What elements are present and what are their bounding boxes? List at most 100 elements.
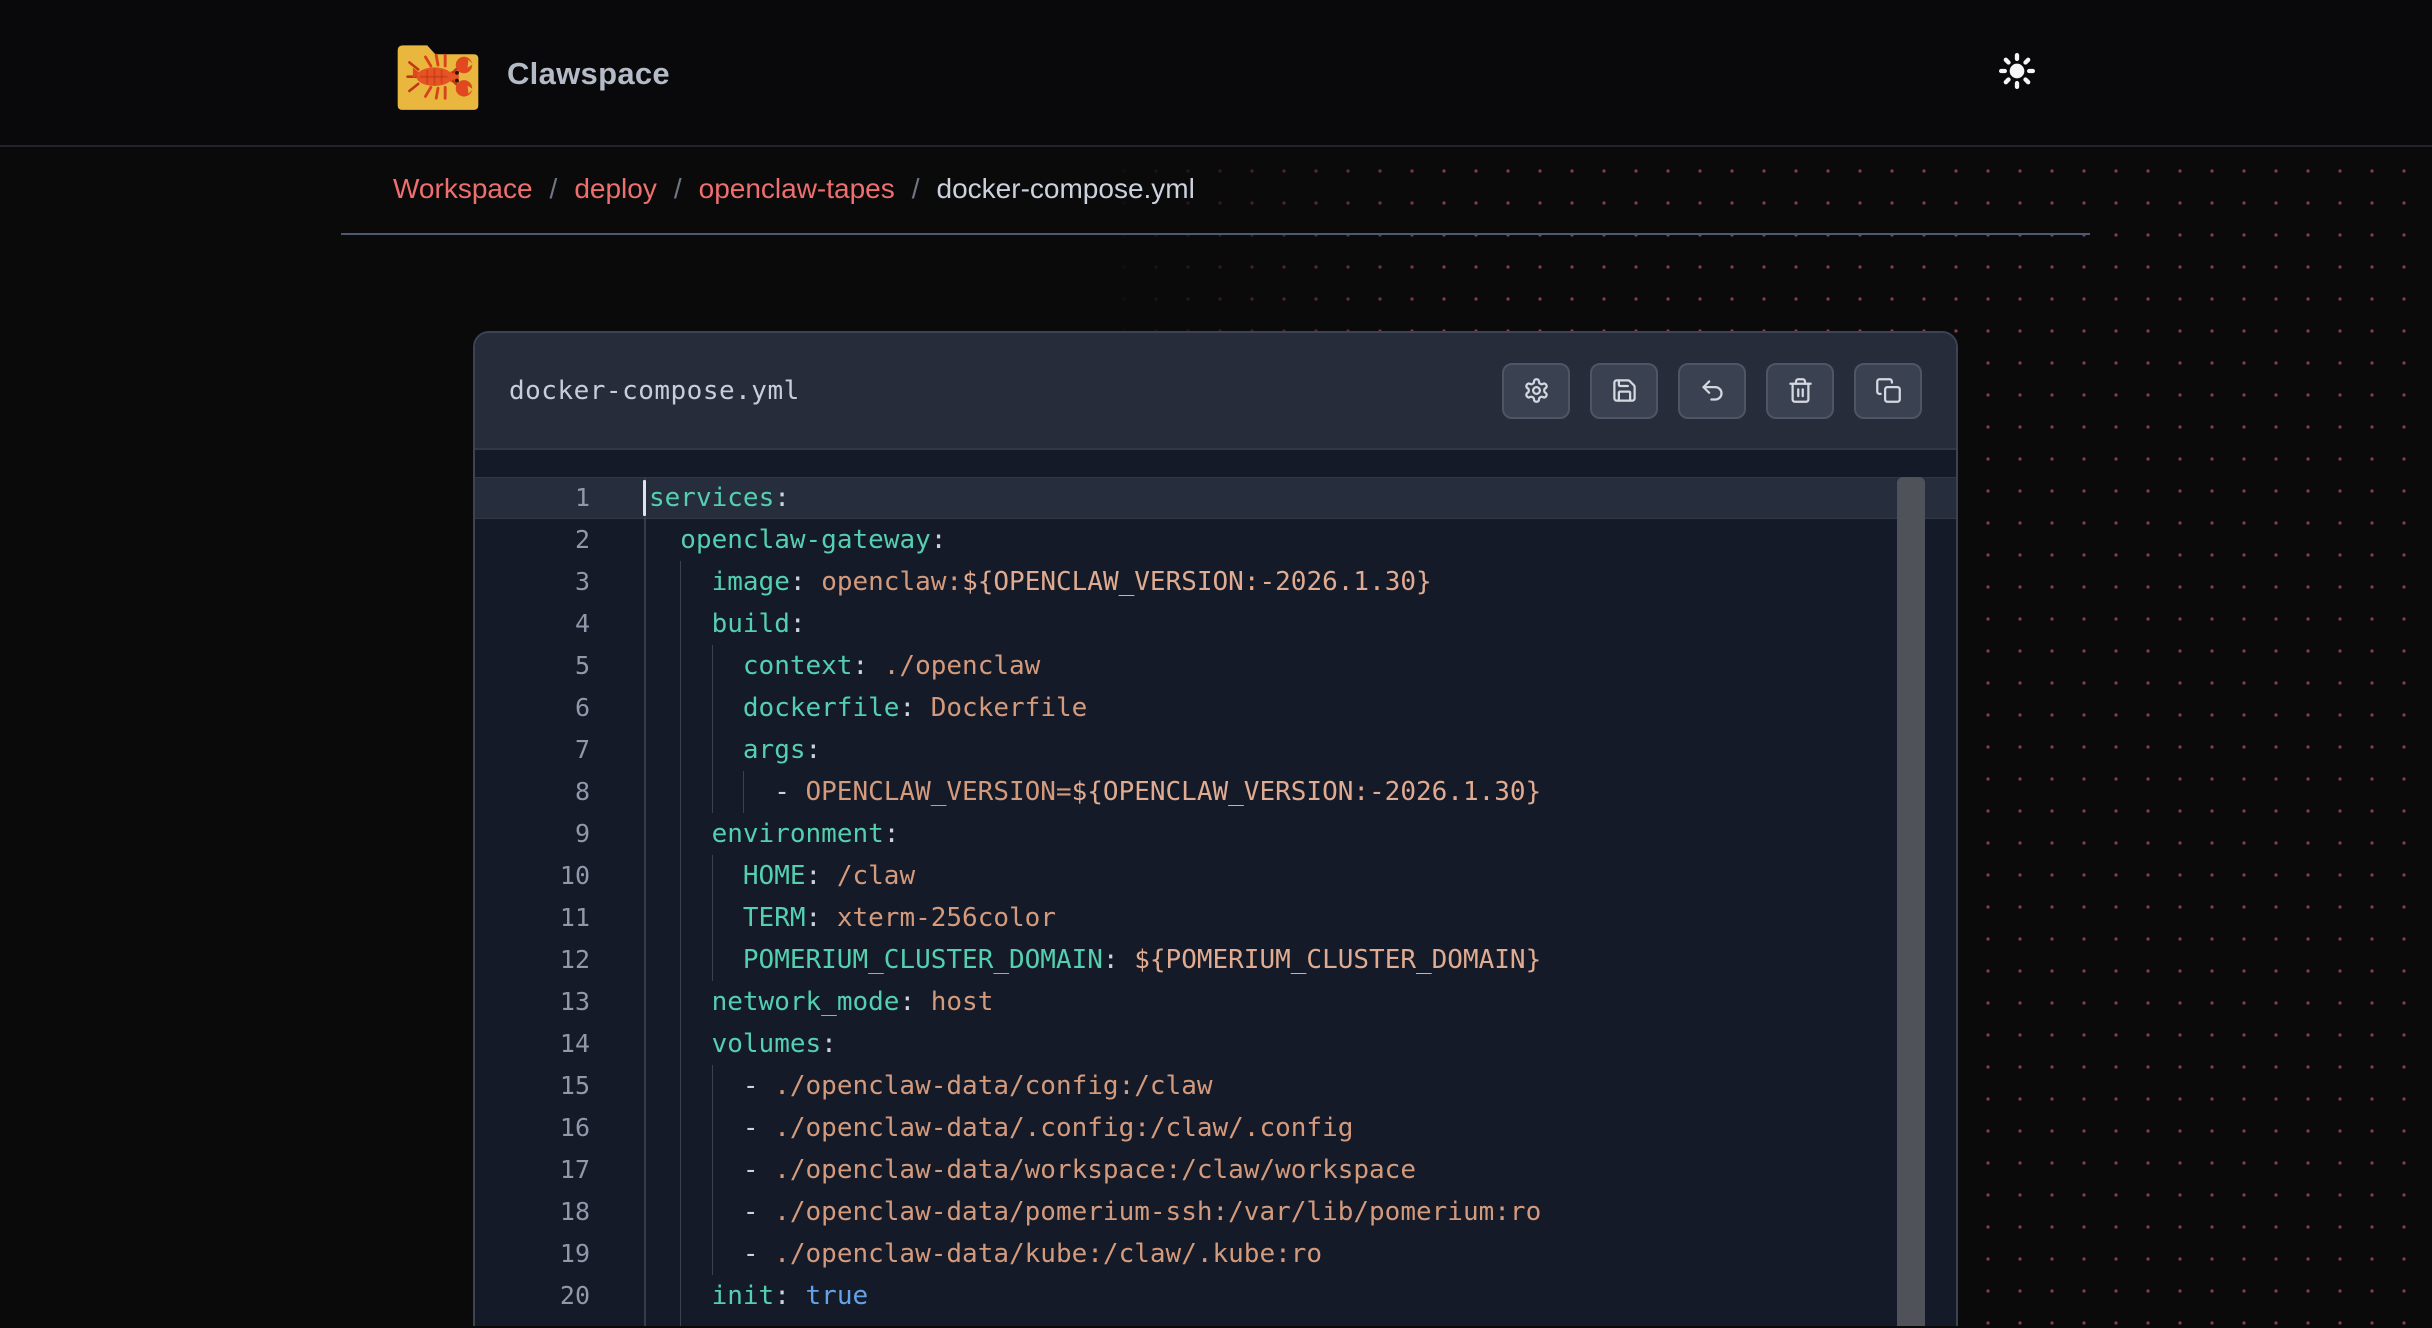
line-number: 21 bbox=[475, 1317, 644, 1326]
code-text: - OPENCLAW_VERSION=${OPENCLAW_VERSION:-2… bbox=[644, 771, 1956, 813]
code-line[interactable]: 21restart: unless-stopped bbox=[475, 1317, 1956, 1326]
code-line[interactable]: 11TERM: xterm-256color bbox=[475, 897, 1956, 939]
code-line[interactable]: 7args: bbox=[475, 729, 1956, 771]
undo-button[interactable] bbox=[1678, 363, 1746, 419]
indent bbox=[649, 1107, 680, 1149]
code-text: dockerfile: Dockerfile bbox=[644, 687, 1956, 729]
code-line[interactable]: 20init: true bbox=[475, 1275, 1956, 1317]
code-line[interactable]: 9environment: bbox=[475, 813, 1956, 855]
line-number: 3 bbox=[475, 561, 644, 603]
code-text: - ./openclaw-data/.config:/claw/.config bbox=[644, 1107, 1956, 1149]
indent bbox=[649, 729, 680, 771]
indent-guide bbox=[680, 1233, 711, 1275]
indent-guide bbox=[712, 1149, 743, 1191]
editor-toolbar bbox=[1502, 363, 1922, 419]
indent-guide bbox=[680, 1317, 711, 1326]
indent bbox=[649, 1191, 680, 1233]
indent bbox=[649, 771, 680, 813]
breadcrumb-item[interactable]: deploy bbox=[574, 169, 657, 209]
indent-guide bbox=[712, 771, 743, 813]
indent-guide bbox=[680, 813, 711, 855]
code-editor[interactable]: 1services:2openclaw-gateway:3image: open… bbox=[475, 450, 1956, 1326]
indent-guide bbox=[680, 939, 711, 981]
indent-guide bbox=[680, 981, 711, 1023]
indent bbox=[649, 519, 680, 561]
indent bbox=[649, 855, 680, 897]
breadcrumb-item[interactable]: openclaw-tapes bbox=[699, 169, 895, 209]
indent-guide bbox=[712, 855, 743, 897]
code-text: build: bbox=[644, 603, 1956, 645]
code-line[interactable]: 3image: openclaw:${OPENCLAW_VERSION:-202… bbox=[475, 561, 1956, 603]
code-line[interactable]: 16- ./openclaw-data/.config:/claw/.confi… bbox=[475, 1107, 1956, 1149]
code-text: volumes: bbox=[644, 1023, 1956, 1065]
breadcrumb-item[interactable]: Workspace bbox=[393, 169, 533, 209]
code-line[interactable]: 19- ./openclaw-data/kube:/claw/.kube:ro bbox=[475, 1233, 1956, 1275]
lobster-folder-icon bbox=[395, 37, 481, 111]
breadcrumb-divider bbox=[341, 233, 2090, 235]
indent bbox=[649, 603, 680, 645]
code-line[interactable]: 5context: ./openclaw bbox=[475, 645, 1956, 687]
indent bbox=[649, 645, 680, 687]
line-number: 20 bbox=[475, 1275, 644, 1317]
indent-guide bbox=[712, 897, 743, 939]
code-line[interactable]: 10HOME: /claw bbox=[475, 855, 1956, 897]
indent-guide bbox=[712, 729, 743, 771]
code-text: POMERIUM_CLUSTER_DOMAIN: ${POMERIUM_CLUS… bbox=[644, 939, 1956, 981]
file-title: docker-compose.yml bbox=[509, 376, 800, 406]
code-line[interactable]: 6dockerfile: Dockerfile bbox=[475, 687, 1956, 729]
line-number: 4 bbox=[475, 603, 644, 645]
code-line[interactable]: 18- ./openclaw-data/pomerium-ssh:/var/li… bbox=[475, 1191, 1956, 1233]
code-text: - ./openclaw-data/pomerium-ssh:/var/lib/… bbox=[644, 1191, 1956, 1233]
save-button[interactable] bbox=[1590, 363, 1658, 419]
indent-guide bbox=[680, 561, 711, 603]
line-number: 18 bbox=[475, 1191, 644, 1233]
breadcrumb-separator: / bbox=[550, 169, 558, 209]
app-title: Clawspace bbox=[507, 56, 670, 92]
code-text: args: bbox=[644, 729, 1956, 771]
line-number: 14 bbox=[475, 1023, 644, 1065]
code-line[interactable]: 4build: bbox=[475, 603, 1956, 645]
code-line[interactable]: 13network_mode: host bbox=[475, 981, 1956, 1023]
editor-scrollbar[interactable] bbox=[1897, 477, 1925, 1326]
indent-guide bbox=[680, 1275, 711, 1317]
indent-guide bbox=[680, 771, 711, 813]
copy-button[interactable] bbox=[1854, 363, 1922, 419]
code-line[interactable]: 17- ./openclaw-data/workspace:/claw/work… bbox=[475, 1149, 1956, 1191]
code-line[interactable]: 12POMERIUM_CLUSTER_DOMAIN: ${POMERIUM_CL… bbox=[475, 939, 1956, 981]
code-line[interactable]: 15- ./openclaw-data/config:/claw bbox=[475, 1065, 1956, 1107]
indent bbox=[649, 1023, 680, 1065]
code-line[interactable]: 2openclaw-gateway: bbox=[475, 519, 1956, 561]
indent-guide bbox=[680, 855, 711, 897]
indent bbox=[649, 897, 680, 939]
text-cursor bbox=[643, 480, 646, 516]
indent bbox=[649, 981, 680, 1023]
line-number: 11 bbox=[475, 897, 644, 939]
code-text: context: ./openclaw bbox=[644, 645, 1956, 687]
line-number: 8 bbox=[475, 771, 644, 813]
line-number: 10 bbox=[475, 855, 644, 897]
code-text: restart: unless-stopped bbox=[644, 1317, 1956, 1326]
line-number: 2 bbox=[475, 519, 644, 561]
clawspace-logo[interactable]: Clawspace bbox=[395, 0, 670, 147]
line-number: 7 bbox=[475, 729, 644, 771]
code-text: openclaw-gateway: bbox=[644, 519, 1956, 561]
indent-guide bbox=[680, 687, 711, 729]
editor-panel: docker-compose.yml bbox=[473, 331, 1958, 1326]
editor-panel-header: docker-compose.yml bbox=[475, 333, 1956, 450]
theme-toggle-button[interactable] bbox=[1982, 36, 2052, 106]
line-number: 16 bbox=[475, 1107, 644, 1149]
line-number: 9 bbox=[475, 813, 644, 855]
code-text: HOME: /claw bbox=[644, 855, 1956, 897]
code-line[interactable]: 8- OPENCLAW_VERSION=${OPENCLAW_VERSION:-… bbox=[475, 771, 1956, 813]
indent-guide bbox=[680, 1149, 711, 1191]
breadcrumb-item: docker-compose.yml bbox=[937, 169, 1195, 209]
code-line[interactable]: 1services: bbox=[475, 477, 1956, 519]
code-text: - ./openclaw-data/kube:/claw/.kube:ro bbox=[644, 1233, 1956, 1275]
indent-guide bbox=[712, 687, 743, 729]
line-number: 12 bbox=[475, 939, 644, 981]
code-line[interactable]: 14volumes: bbox=[475, 1023, 1956, 1065]
indent-guide bbox=[712, 1107, 743, 1149]
delete-button[interactable] bbox=[1766, 363, 1834, 419]
indent-guide bbox=[680, 1191, 711, 1233]
settings-button[interactable] bbox=[1502, 363, 1570, 419]
